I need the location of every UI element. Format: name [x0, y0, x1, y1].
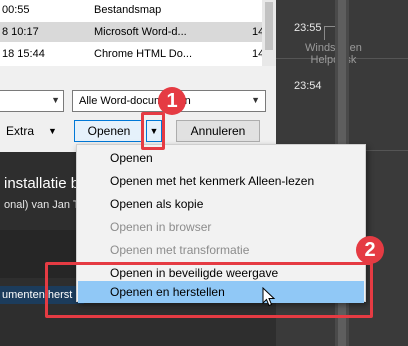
menu-item-label: Openen als kopie — [110, 197, 204, 211]
cancel-button[interactable]: Annuleren — [176, 120, 260, 142]
file-type: Chrome HTML Do... — [94, 48, 193, 60]
watermark-line: Windstellen — [305, 42, 362, 54]
menu-item-open-with-transform: Openen met transformatie — [78, 239, 364, 261]
menu-item-label: Openen met transformatie — [110, 243, 250, 257]
menu-item-open-as-copy[interactable]: Openen als kopie — [78, 193, 364, 215]
chevron-down-icon[interactable]: ▼ — [48, 126, 57, 136]
file-type: Microsoft Word-d... — [94, 26, 187, 38]
open-button[interactable]: Openen — [74, 120, 144, 142]
file-date: 00:55 — [2, 4, 30, 16]
mouse-pointer-icon — [262, 287, 276, 307]
menu-item-open-in-browser: Openen in browser — [78, 216, 364, 238]
file-date: 8 10:17 — [2, 26, 39, 38]
chevron-down-icon: ▼ — [251, 95, 260, 105]
menu-item-label: Openen met het kenmerk Alleen-lezen — [110, 174, 315, 188]
step-badge: 2 — [356, 236, 384, 264]
menu-item-open-read-only[interactable]: Openen met het kenmerk Alleen-lezen — [78, 170, 364, 192]
callout-highlight-box — [141, 112, 165, 150]
file-row[interactable]: 00:55 Bestandsmap — [0, 0, 262, 20]
filename-input[interactable]: ▼ — [0, 90, 64, 112]
file-row[interactable]: 8 10:17 Microsoft Word-d... 14 — [0, 22, 264, 42]
open-file-dialog: 00:55 Bestandsmap 8 10:17 Microsoft Word… — [0, 0, 276, 152]
menu-item-open[interactable]: Openen — [78, 147, 364, 169]
file-type: Bestandsmap — [94, 4, 162, 16]
scrollbar-thumb[interactable] — [265, 2, 273, 50]
watermark-line: Helpdesk — [310, 54, 357, 66]
extra-button[interactable]: Extra — [6, 124, 34, 138]
file-list: 00:55 Bestandsmap 8 10:17 Microsoft Word… — [0, 0, 264, 66]
time-label: 23:54 — [294, 80, 322, 92]
menu-item-label: Openen — [110, 151, 153, 165]
article-title: installatie b — [4, 175, 80, 192]
file-row[interactable]: 18 15:44 Chrome HTML Do... 14 — [0, 44, 264, 64]
step-badge: 1 — [158, 87, 186, 115]
file-list-scrollbar[interactable] — [262, 0, 276, 66]
callout-highlight-box — [45, 262, 373, 318]
chevron-down-icon[interactable]: ▼ — [51, 95, 60, 105]
menu-item-label: Openen in browser — [110, 220, 212, 234]
article-subtitle: onal) van Jan T — [4, 199, 80, 211]
watermark: Windstellen Helpdesk — [305, 26, 362, 66]
file-date: 18 15:44 — [2, 48, 45, 60]
